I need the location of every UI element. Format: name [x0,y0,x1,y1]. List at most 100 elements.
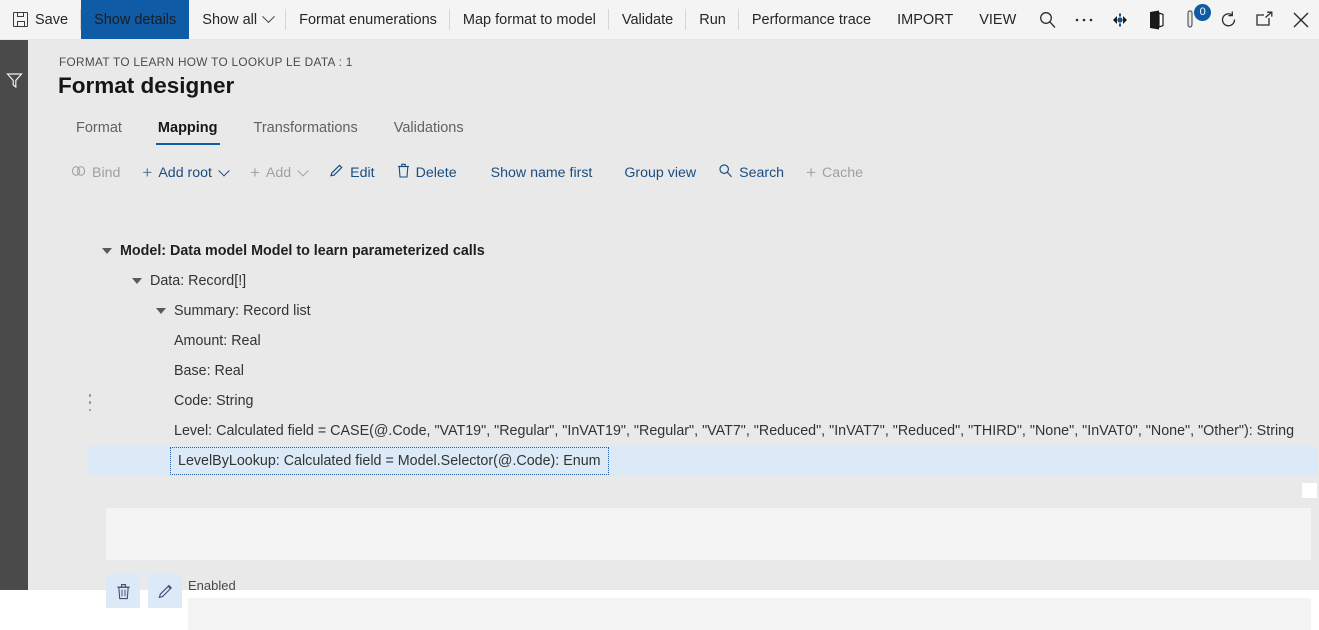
trash-icon [397,163,410,182]
tree-node-base[interactable]: Base: Real [88,356,1318,386]
left-navigation-rail [0,40,28,590]
link-icon [71,165,86,181]
tab-validations-label: Validations [394,120,464,136]
tree-node-label: Level: Calculated field = CASE(@.Code, "… [174,423,1294,439]
handle-dot [89,401,92,404]
bind-label: Bind [92,165,120,181]
edit-label: Edit [350,165,374,181]
tree-node-label: Code: String [174,393,253,409]
performance-trace-label: Performance trace [752,12,871,28]
map-format-to-model-button[interactable]: Map format to model [450,0,609,39]
enabled-input[interactable] [188,598,1311,630]
show-details-label: Show details [94,12,176,28]
show-details-button[interactable]: Show details [81,0,189,39]
save-button[interactable]: Save [0,0,81,39]
tree-node-label: Summary: Record list [174,303,311,319]
page-title: Format designer [58,73,234,99]
group-view-button[interactable]: Group view [613,160,707,186]
breadcrumb: FORMAT TO LEARN HOW TO LOOKUP LE DATA : … [59,55,353,69]
top-command-bar: Save Show details Show all Format enumer… [0,0,1319,40]
tree-node-amount[interactable]: Amount: Real [88,326,1318,356]
expand-caret-icon[interactable] [102,248,112,254]
page-container: FORMAT TO LEARN HOW TO LOOKUP LE DATA : … [28,40,1319,590]
expand-caret-icon[interactable] [156,308,166,314]
add-root-button[interactable]: + Add root [131,159,239,186]
run-button[interactable]: Run [686,0,739,39]
show-name-first-button[interactable]: Show name first [480,160,604,186]
delete-label: Delete [416,165,457,181]
expand-caret-icon[interactable] [132,278,142,284]
cache-button[interactable]: + Cache [795,159,874,186]
tab-strip: Format Mapping Transformations Validatio… [58,114,482,145]
format-enumerations-button[interactable]: Format enumerations [286,0,450,39]
details-panel [106,508,1311,560]
save-icon [13,12,28,27]
chevron-down-icon [298,165,309,176]
panel-resize-handle[interactable] [88,394,92,411]
import-label: IMPORT [897,12,953,28]
tree-node-label: Amount: Real [174,333,261,349]
tree-node-code[interactable]: Code: String [88,386,1318,416]
office-app-icon[interactable] [1138,0,1174,39]
tab-transformations[interactable]: Transformations [236,114,376,145]
tree-node-label: Base: Real [174,363,244,379]
notification-count-badge: 0 [1194,4,1211,21]
search-label: Search [739,165,784,181]
validate-button[interactable]: Validate [609,0,686,39]
import-tab-button[interactable]: IMPORT [884,0,966,39]
chevron-down-icon [218,165,229,176]
tree-node-label: LevelByLookup: Calculated field = Model.… [174,451,605,471]
view-tab-button[interactable]: VIEW [966,0,1029,39]
tab-mapping[interactable]: Mapping [140,114,236,145]
plus-icon: + [250,164,260,181]
handle-dot [89,409,92,412]
tree-node-label: Model: Data model Model to learn paramet… [120,243,485,259]
plus-icon: + [806,164,816,181]
tree-node-model[interactable]: Model: Data model Model to learn paramet… [88,236,1318,266]
model-tree: Model: Data model Model to learn paramet… [88,236,1318,476]
more-options-icon[interactable] [1066,0,1102,39]
search-icon [718,163,733,182]
run-label: Run [699,12,726,28]
bind-button[interactable]: Bind [60,160,131,186]
filter-icon[interactable] [6,72,23,89]
close-icon[interactable] [1283,0,1319,39]
tree-node-label: Data: Record[!] [150,273,246,289]
map-format-to-model-label: Map format to model [463,12,596,28]
edit-button[interactable]: Edit [318,158,385,187]
settings-icon[interactable] [1102,0,1138,39]
plus-icon: + [142,164,152,181]
validate-label: Validate [622,12,673,28]
enabled-label: Enabled [188,578,236,593]
show-all-label: Show all [202,12,257,28]
search-icon[interactable] [1029,0,1065,39]
save-label: Save [35,12,68,28]
delete-button[interactable]: Delete [386,158,468,187]
pencil-icon [329,163,344,182]
tree-action-toolbar: Bind + Add root + Add Edit [60,158,874,187]
tab-mapping-label: Mapping [158,120,218,136]
show-all-button[interactable]: Show all [189,0,286,39]
tree-node-level[interactable]: Level: Calculated field = CASE(@.Code, "… [88,416,1318,446]
details-delete-button[interactable] [106,574,140,608]
notifications-icon[interactable]: 0 [1174,0,1210,39]
tab-format-label: Format [76,120,122,136]
group-view-label: Group view [624,165,696,181]
tree-node-levelbylookup[interactable]: LevelByLookup: Calculated field = Model.… [88,446,1318,476]
performance-trace-button[interactable]: Performance trace [739,0,884,39]
popout-icon[interactable] [1247,0,1283,39]
tab-format[interactable]: Format [58,114,140,145]
tree-node-data[interactable]: Data: Record[!] [88,266,1318,296]
show-name-first-label: Show name first [491,165,593,181]
tab-validations[interactable]: Validations [376,114,482,145]
format-enumerations-label: Format enumerations [299,12,437,28]
view-label: VIEW [979,12,1016,28]
handle-dot [89,394,92,397]
tree-node-summary[interactable]: Summary: Record list [88,296,1318,326]
refresh-icon[interactable] [1210,0,1246,39]
tab-transformations-label: Transformations [254,120,358,136]
cache-label: Cache [822,165,863,181]
search-button[interactable]: Search [707,158,795,187]
add-button[interactable]: + Add [239,159,318,186]
details-edit-button[interactable] [148,574,182,608]
